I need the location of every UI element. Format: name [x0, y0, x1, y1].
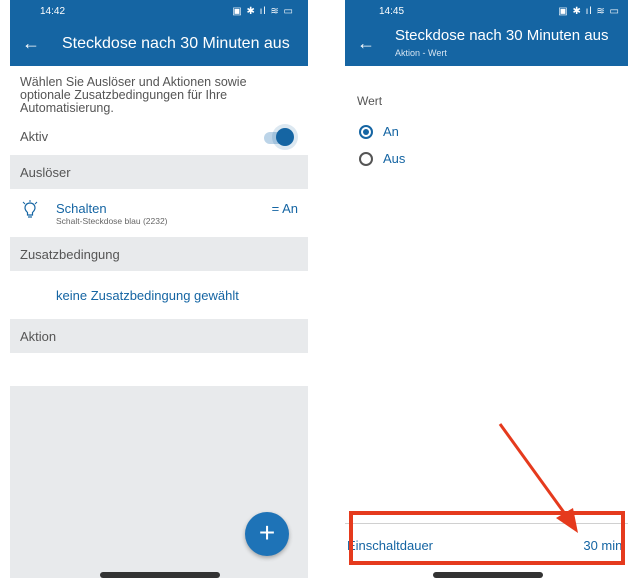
toggle-knob: [276, 128, 294, 146]
radio-selected-dot: [363, 129, 369, 135]
radio-an[interactable]: [359, 125, 373, 139]
gesture-bar: [433, 572, 543, 578]
status-icons: ▣ ✱ ıl ≋ ▭: [558, 6, 620, 17]
trigger-name: Schalten: [56, 201, 107, 216]
condition-link[interactable]: keine Zusatzbedingung gewählt: [56, 288, 239, 303]
radio-an-label[interactable]: An: [383, 124, 399, 139]
section-header-condition: Zusatzbedingung: [10, 237, 308, 271]
left-phone-screen: 14:42 ▣ ✱ ıl ≋ ▭ ← Steckdose nach 30 Min…: [10, 0, 308, 578]
section-header-action: Aktion: [10, 319, 308, 353]
add-action-button[interactable]: +: [245, 512, 289, 556]
radio-aus-label[interactable]: Aus: [383, 151, 405, 166]
back-arrow-icon[interactable]: ←: [357, 33, 375, 54]
back-arrow-icon[interactable]: ←: [22, 33, 40, 54]
section-action-label: Aktion: [20, 329, 57, 344]
trigger-row[interactable]: Schalten Schalt-Steckdose blau (2232) = …: [10, 189, 308, 237]
status-bar: 14:42 ▣ ✱ ıl ≋ ▭: [10, 0, 308, 24]
radio-outer: [359, 152, 373, 166]
status-time: 14:45: [379, 6, 405, 17]
condition-row: keine Zusatzbedingung gewählt: [10, 271, 308, 319]
right-phone-screen: 14:45 ▣ ✱ ıl ≋ ▭ ← Steckdose nach 30 Min…: [345, 0, 628, 578]
aktiv-toggle[interactable]: [264, 126, 296, 148]
status-time: 14:42: [40, 6, 66, 17]
section-trigger-label: Auslöser: [20, 165, 71, 180]
status-icons: ▣ ✱ ıl ≋ ▭: [232, 6, 294, 17]
wert-label: Wert: [357, 94, 383, 108]
gesture-bar: [100, 572, 220, 578]
trigger-value: = An: [271, 201, 298, 216]
app-bar: ← Steckdose nach 30 Minuten aus: [10, 24, 308, 66]
page-title: Steckdose nach 30 Minuten aus: [62, 35, 290, 52]
description-text: Wählen Sie Auslöser und Aktionen sowie o…: [20, 75, 247, 115]
aktiv-label: Aktiv: [20, 129, 49, 144]
aktiv-row: Aktiv: [10, 121, 308, 155]
annotation-highlight-box: [349, 511, 625, 565]
radio-aus[interactable]: [359, 152, 373, 166]
status-bar: 14:45 ▣ ✱ ıl ≋ ▭: [345, 0, 628, 24]
page-title: Steckdose nach 30 Minuten aus: [395, 27, 609, 44]
page-subtitle: Aktion - Wert: [395, 48, 447, 58]
lightbulb-icon: [22, 200, 38, 218]
section-condition-label: Zusatzbedingung: [20, 247, 120, 262]
section-header-trigger: Auslöser: [10, 155, 308, 189]
app-bar: ← Steckdose nach 30 Minuten aus Aktion -…: [345, 24, 628, 66]
trigger-device: Schalt-Steckdose blau (2232): [56, 216, 168, 226]
